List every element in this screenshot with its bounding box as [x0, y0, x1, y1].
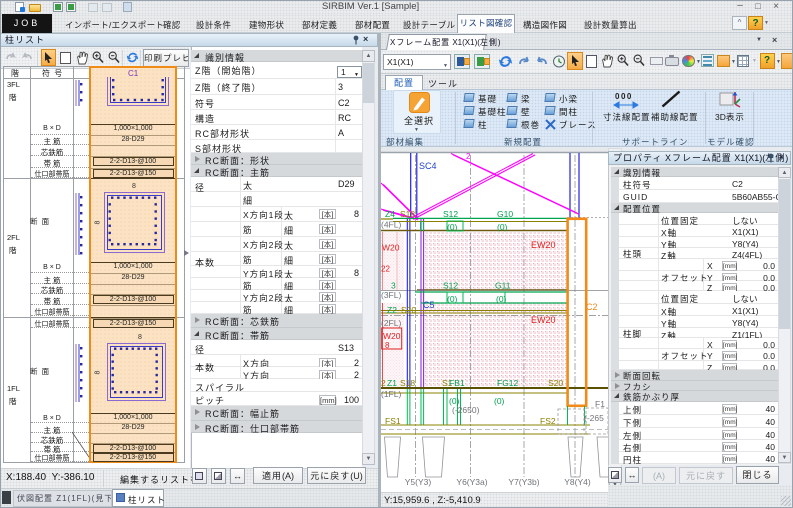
svg-text:Y5(Y3): Y5(Y3): [405, 477, 432, 487]
svg-text:(0): (0): [447, 294, 458, 304]
svg-text:(2FL): (2FL): [381, 318, 401, 328]
svg-text:(4FL): (4FL): [381, 219, 401, 229]
svg-text:C2: C2: [586, 302, 598, 312]
svg-text:3: 3: [391, 281, 396, 291]
svg-text:Z2: Z2: [387, 305, 397, 315]
svg-text:2: 2: [466, 152, 471, 161]
svg-text:Y6(Y3a): Y6(Y3a): [456, 477, 487, 487]
svg-text:S18: S18: [400, 209, 415, 219]
svg-text:W20: W20: [382, 243, 400, 253]
svg-text:22: 22: [381, 265, 390, 274]
svg-text:Y7(Y3b): Y7(Y3b): [508, 477, 539, 487]
svg-text:8: 8: [385, 341, 390, 350]
svg-text:S12: S12: [443, 281, 458, 291]
svg-text:S20: S20: [401, 305, 416, 315]
svg-text:FG12: FG12: [497, 378, 519, 388]
svg-text:2: 2: [381, 378, 386, 388]
svg-text:EW20: EW20: [531, 240, 556, 250]
svg-text:W20: W20: [383, 331, 401, 341]
svg-text:(0): (0): [447, 222, 458, 232]
svg-text:EW20: EW20: [531, 315, 556, 325]
svg-text:Z4: Z4: [385, 209, 395, 219]
svg-text:C5: C5: [423, 300, 435, 310]
svg-text:S12: S12: [443, 209, 458, 219]
svg-text:FS1: FS1: [385, 416, 401, 426]
svg-text:(0): (0): [497, 222, 508, 232]
svg-text:F1: F1: [595, 399, 605, 409]
svg-text:FS2: FS2: [540, 416, 556, 426]
svg-text:Y8(Y4): Y8(Y4): [564, 477, 591, 487]
svg-text:(-2650): (-2650): [452, 405, 480, 415]
svg-text:G11: G11: [495, 281, 511, 291]
svg-text:FB1: FB1: [449, 378, 465, 388]
svg-text:G10: G10: [497, 209, 513, 219]
svg-text:SC4: SC4: [419, 161, 437, 171]
svg-text:(-265: (-265: [584, 413, 604, 423]
svg-text:(0): (0): [494, 396, 505, 406]
svg-text:(0): (0): [496, 294, 507, 304]
svg-text:S20: S20: [548, 378, 563, 388]
svg-text:S18: S18: [400, 378, 415, 388]
svg-text:Z1: Z1: [387, 378, 397, 388]
svg-text:(3FL): (3FL): [381, 290, 401, 300]
svg-text:(1FL): (1FL): [381, 389, 401, 399]
